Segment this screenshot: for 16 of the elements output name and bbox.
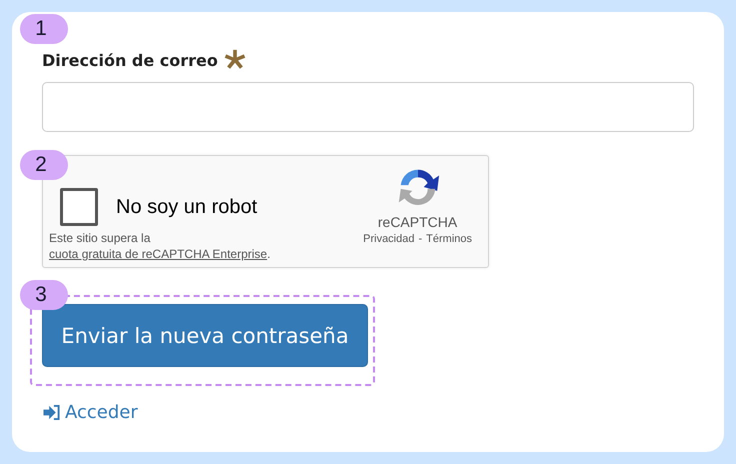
quota-link[interactable]: cuota gratuita de reCAPTCHA Enterprise	[49, 247, 268, 261]
captcha-label: No soy un robot	[116, 196, 258, 218]
privacy-link[interactable]: Privacidad	[363, 233, 414, 245]
login-link[interactable]: Acceder	[42, 402, 138, 423]
quota-notice: Este sitio supera la cuota gratuita de reCAPTCHA Enterprise.	[49, 230, 272, 262]
step-badge: 2	[20, 150, 68, 180]
login-icon	[42, 404, 62, 421]
step-badge: 1	[20, 14, 68, 44]
submit-button[interactable]: Enviar la nueva contraseña	[42, 304, 368, 367]
email-field[interactable]	[42, 82, 694, 132]
field-label: Dirección de correo	[42, 50, 218, 70]
captcha-checkbox[interactable]	[60, 188, 98, 226]
separator-text: -	[418, 233, 422, 245]
brand-label: reCAPTCHA	[378, 214, 458, 230]
terms-link[interactable]: Términos	[426, 233, 472, 245]
step-badge: 3	[20, 280, 68, 310]
